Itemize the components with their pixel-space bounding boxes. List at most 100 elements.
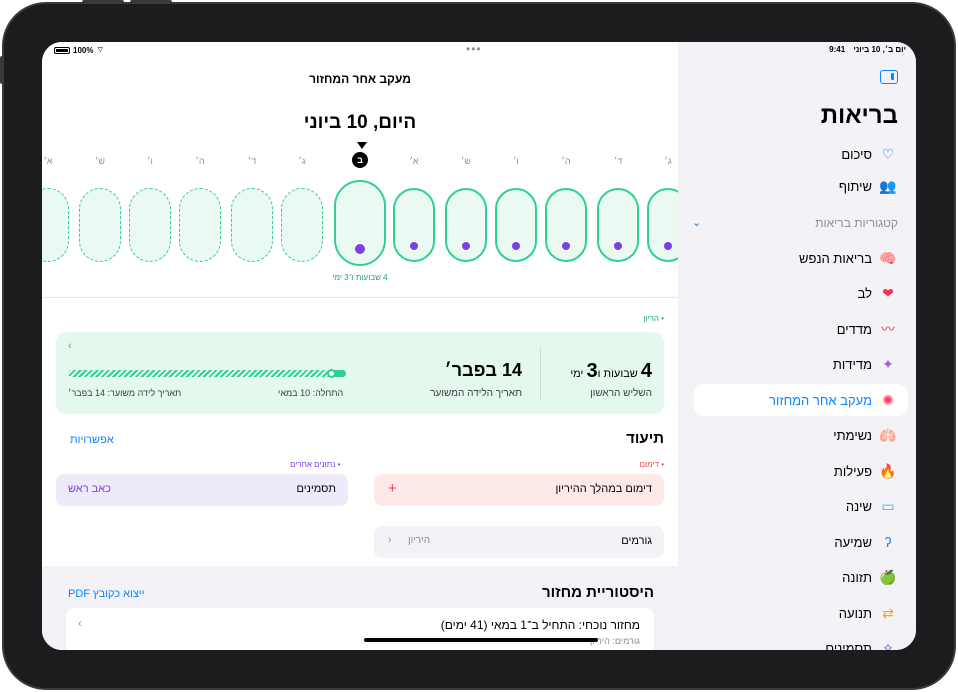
body-measure-icon: ✦ — [882, 356, 894, 372]
pregnancy-dot-icon — [355, 244, 365, 254]
sidebar-category-item[interactable]: ▭ שינה — [694, 491, 908, 523]
factors-value: היריון — [408, 535, 431, 546]
today-pointer-icon — [357, 142, 367, 149]
sidebar-item-label: תסמינים — [825, 641, 872, 650]
chevron-left-icon: ‹ — [78, 618, 82, 630]
status-bar-right: יום ב׳, 10 ביוני 9:41 — [823, 45, 906, 54]
factors-label: גורמים — [621, 535, 652, 547]
current-cycle-card[interactable]: מחזור נוכחי: התחיל ב־1 במאי (41 ימים) גו… — [66, 608, 654, 650]
options-link[interactable]: אפשרויות — [70, 434, 114, 446]
sidebar-category-item[interactable]: 〰 מדדים — [694, 313, 908, 345]
estimated-date-label: תאריך לידה משוער: 14 בפבר׳ — [68, 388, 182, 398]
sidebar-category-item[interactable]: 🧠 בריאות הנפש — [694, 242, 908, 274]
sidebar-item-label: מדדים — [836, 321, 872, 337]
pregnancy-progress-bar — [68, 369, 346, 378]
start-date-label: התחלה: 10 במאי — [278, 388, 344, 398]
symptoms-log-button[interactable]: תסמינים כאב ראש — [56, 474, 348, 506]
apple-icon: 🍏 — [879, 569, 897, 585]
sidebar-item-label: מדידות — [832, 357, 872, 372]
factors-button[interactable]: גורמים היריון › — [374, 526, 664, 558]
status-bar-left: 100% ⌔ — [54, 45, 104, 55]
trimester-label: השליש הראשון — [590, 388, 652, 399]
day-letter[interactable]: ג׳ — [658, 156, 678, 166]
sidebar-item-sharing[interactable]: 👥 שיתוף — [694, 170, 908, 202]
pregnancy-dot-icon — [410, 242, 418, 250]
export-pdf-link[interactable]: ייצוא כקובץ PDF — [68, 588, 145, 600]
pregnancy-card[interactable]: ‹ 4 שבועות ו3 ימי השליש הראשון 14 בפבר׳ … — [56, 332, 664, 414]
day-pill[interactable] — [545, 188, 587, 262]
current-cycle-label: מחזור נוכחי: התחיל ב־1 במאי (41 ימים) — [440, 618, 640, 632]
sidebar-category-item[interactable]: ʔ שמיעה — [694, 526, 908, 558]
sidebar-category-item[interactable]: ⇄ תנועה — [694, 597, 908, 629]
day-letter[interactable]: א׳ — [42, 156, 58, 166]
home-indicator[interactable] — [364, 638, 598, 642]
day-pill[interactable] — [281, 188, 323, 262]
pregnancy-tag: • הריון — [643, 314, 664, 323]
due-date: 14 בפבר׳ — [444, 360, 523, 380]
sidebar-category-item[interactable]: ✧ תסמינים — [694, 633, 908, 650]
sidebar-item-label: תזונה — [842, 570, 872, 585]
day-letter[interactable]: ש׳ — [456, 156, 476, 166]
day-letter[interactable]: ה׳ — [190, 156, 210, 166]
day-letter[interactable]: ה׳ — [556, 156, 576, 166]
day-letter-today[interactable]: ב — [352, 152, 368, 168]
sidebar-category-item[interactable]: 🔥 פעילות — [694, 455, 908, 487]
pregnancy-dot-icon — [664, 242, 672, 250]
day-letter[interactable]: ג׳ — [292, 156, 312, 166]
day-letter[interactable]: ד׳ — [242, 156, 262, 166]
history-title: היסטוריית מחזור — [541, 584, 654, 601]
sidebar-item-summary[interactable]: ♡ סיכום — [694, 138, 908, 170]
sidebar-item-label: פעילות — [833, 463, 872, 479]
day-letter[interactable]: ש׳ — [90, 156, 110, 166]
pregnancy-dot-icon — [562, 242, 570, 250]
pregnancy-dot-icon — [512, 242, 520, 250]
symptoms-label: תסמינים — [296, 483, 337, 495]
sidebar-category-item[interactable]: 🫁 נשימתי — [694, 420, 908, 452]
sidebar-toggle-icon[interactable] — [880, 70, 898, 84]
flame-icon: 🔥 — [879, 462, 897, 479]
sidebar-item-label: לב — [857, 286, 872, 301]
day-pill-today[interactable] — [334, 180, 386, 266]
symptoms-value: כאב ראש — [68, 483, 111, 495]
sidebar-category-item[interactable]: ✦ מדידות — [694, 349, 908, 381]
day-pill[interactable] — [495, 188, 537, 262]
day-pill[interactable] — [393, 188, 435, 262]
sidebar: יום ב׳, 10 ביוני 9:41 בריאות ♡ סיכום 👥 ש… — [678, 42, 916, 650]
bleeding-tag: • דימום — [639, 460, 664, 469]
multitasking-dots-icon[interactable]: ••• — [466, 42, 482, 56]
day-letter[interactable]: ו׳ — [140, 156, 160, 166]
sidebar-category-item[interactable]: ✺ מעקב אחר המחזור — [694, 384, 908, 416]
sidebar-item-label: נשימתי — [833, 428, 872, 443]
day-letter[interactable]: א׳ — [404, 156, 424, 166]
sidebar-item-label: תנועה — [838, 605, 872, 621]
status-time: 9:41 — [829, 45, 846, 54]
lungs-icon: 🫁 — [879, 427, 897, 443]
sidebar-category-item[interactable]: 🍏 תזונה — [694, 562, 908, 594]
chevron-down-icon: ⌄ — [692, 217, 702, 229]
pregnancy-dot-icon — [462, 242, 470, 250]
day-pill[interactable] — [42, 188, 69, 262]
log-title: תיעוד — [626, 430, 664, 447]
bed-icon: ▭ — [881, 498, 895, 514]
day-pill[interactable] — [129, 188, 171, 262]
bleeding-log-button[interactable]: דימום במהלך ההיריון + — [374, 474, 664, 506]
day-pill[interactable] — [79, 188, 121, 262]
sidebar-item-label: שינה — [845, 499, 872, 514]
day-letter[interactable]: ד׳ — [608, 156, 628, 166]
categories-header[interactable]: קטגוריות בריאות ⌄ — [692, 216, 898, 236]
volume-button-top — [82, 0, 124, 4]
weeks-label: 4 שבועות ו־3 ימי — [332, 273, 388, 282]
day-pill[interactable] — [597, 188, 639, 262]
sidebar-item-label: מעקב אחר המחזור — [769, 392, 872, 408]
pregnancy-weeks: 4 שבועות ו3 ימי — [570, 360, 652, 382]
arrows-icon: ⇄ — [882, 604, 894, 621]
day-letter[interactable]: ו׳ — [506, 156, 526, 166]
day-pill[interactable] — [231, 188, 273, 262]
screen: 100% ⌔ ••• מעקב אחר המחזור היום, 10 ביונ… — [42, 42, 916, 650]
date-title: היום, 10 ביוני — [303, 112, 417, 133]
sidebar-item-label: בריאות הנפש — [799, 250, 872, 266]
day-pill[interactable] — [445, 188, 487, 262]
sidebar-item-label: סיכום — [841, 146, 872, 162]
day-pill[interactable] — [179, 188, 221, 262]
sidebar-category-item[interactable]: ❤ לב — [694, 278, 908, 310]
